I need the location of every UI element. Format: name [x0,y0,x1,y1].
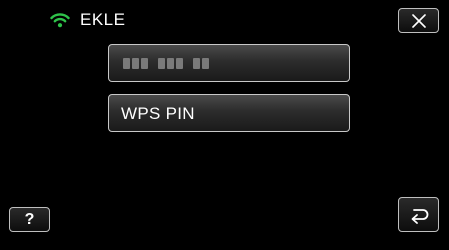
wps-pin-button[interactable]: WPS PIN [108,94,350,132]
screen: EKLE WPS PIN ? [0,0,449,250]
pin-code-button[interactable] [108,44,350,82]
pin-digit [176,58,183,69]
pin-digit-group [193,58,211,69]
pin-digit [167,58,174,69]
page-title: EKLE [80,10,126,29]
close-icon [411,13,426,28]
wps-pin-label: WPS PIN [121,104,195,123]
help-icon: ? [24,210,35,228]
back-arrow-icon [411,208,428,224]
back-button[interactable] [398,197,439,232]
close-button[interactable] [398,8,439,33]
pin-digit [123,58,130,69]
pin-digit [141,58,148,69]
wifi-icon [50,13,70,28]
pin-digit [202,58,209,69]
pin-digit [193,58,200,69]
pin-code-masked [123,58,219,69]
header: EKLE [50,6,125,34]
pin-digit-group [123,58,150,69]
help-button[interactable]: ? [9,207,50,232]
pin-digit [132,58,139,69]
pin-digit-group [158,58,185,69]
pin-digit [158,58,165,69]
